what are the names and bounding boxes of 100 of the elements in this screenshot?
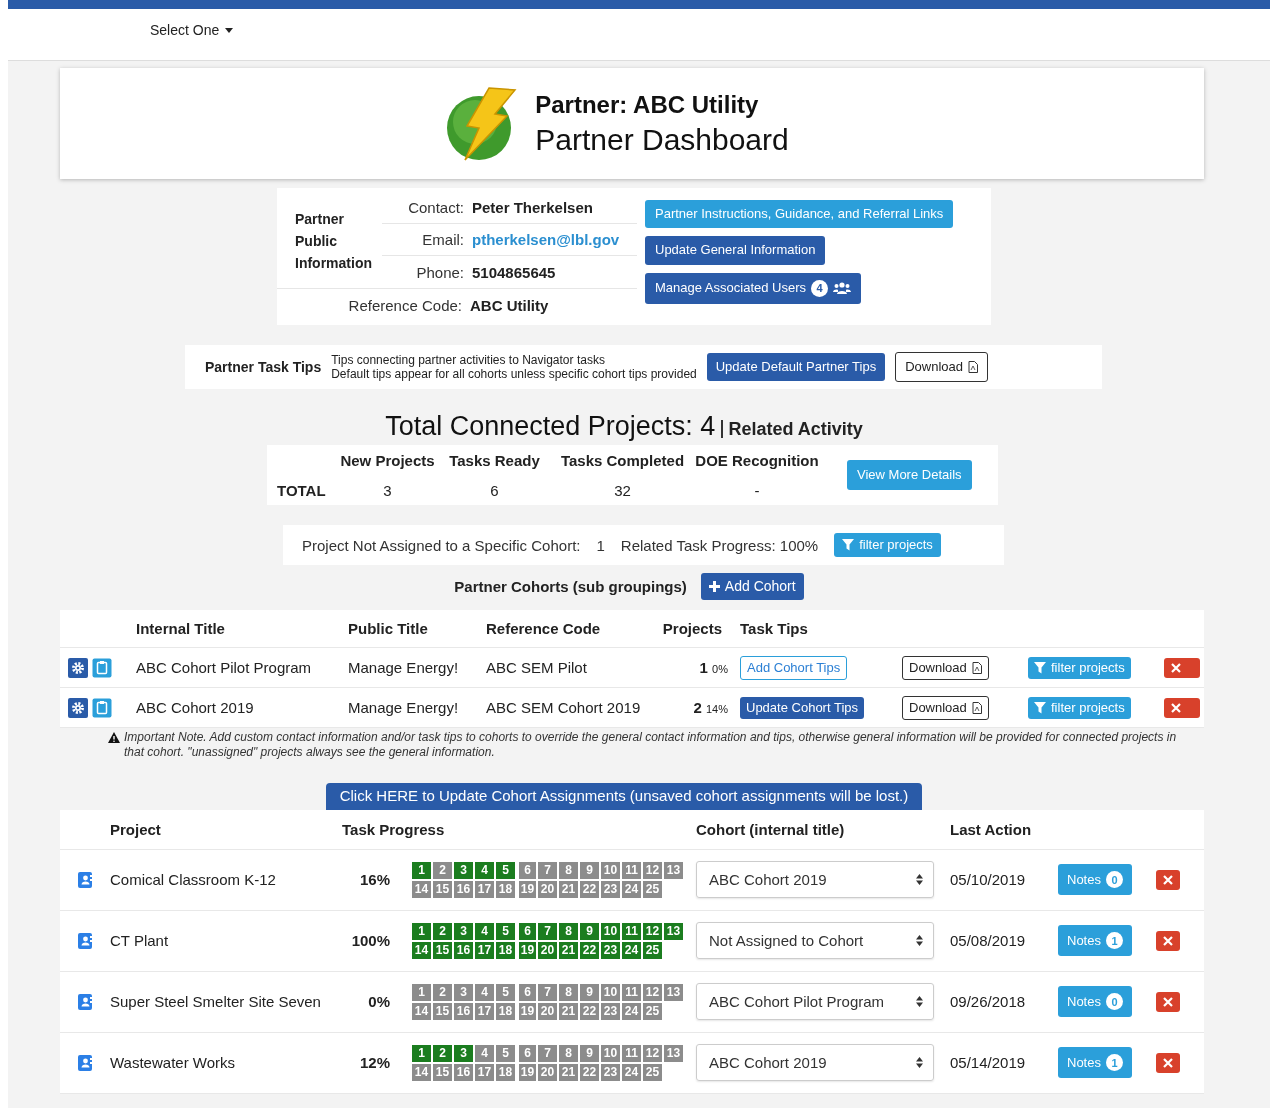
task-square: 23 xyxy=(601,941,620,959)
task-square: 14 xyxy=(412,1063,431,1081)
contact-book-icon xyxy=(78,1054,92,1071)
project-name: Super Steel Smelter Site Seven xyxy=(110,993,322,1011)
tips-button[interactable]: Update Cohort Tips xyxy=(740,696,864,720)
task-square: 24 xyxy=(622,941,641,959)
task-square: 14 xyxy=(412,941,431,959)
task-square: 2 xyxy=(433,983,452,1001)
task-square: 15 xyxy=(433,1063,452,1081)
progress-percent: 12% xyxy=(358,1054,391,1072)
task-square: 20 xyxy=(538,1002,557,1020)
field-label: Phone: xyxy=(415,263,464,281)
section-subtitle: Related Activity xyxy=(721,420,863,438)
cohort-select[interactable]: ABC Cohort 2019 xyxy=(696,1044,934,1082)
cohort-select[interactable]: Not Assigned to Cohort xyxy=(696,922,934,960)
task-square: 18 xyxy=(496,1002,515,1020)
filter-icon xyxy=(1034,701,1046,714)
task-square: 10 xyxy=(601,861,620,879)
task-square: 6 xyxy=(519,922,536,940)
delete-button[interactable] xyxy=(1156,930,1180,951)
add-cohort-button[interactable]: Add Cohort xyxy=(700,573,804,601)
cohort-select[interactable]: ABC Cohort Pilot Program xyxy=(696,983,934,1021)
task-square: 23 xyxy=(601,1002,620,1020)
file-icon xyxy=(968,361,978,373)
clipboard-icon[interactable] xyxy=(92,657,112,678)
count-badge: 1 xyxy=(1105,932,1123,950)
task-square: 8 xyxy=(559,922,578,940)
task-square: 22 xyxy=(580,1002,599,1020)
task-square: 12 xyxy=(643,1044,662,1062)
task-square: 1 xyxy=(412,983,431,1001)
close-icon xyxy=(1163,1057,1173,1068)
delete-button[interactable] xyxy=(1156,991,1180,1012)
task-square: 9 xyxy=(580,983,599,1001)
field-value: ABC Utility xyxy=(470,297,550,314)
task-square: 12 xyxy=(643,922,662,940)
download-button[interactable]: Download xyxy=(902,695,989,721)
task-square: 21 xyxy=(559,880,578,898)
clipboard-icon[interactable] xyxy=(92,697,112,718)
task-square: 2 xyxy=(433,922,452,940)
action-button[interactable]: Update General Information xyxy=(645,236,826,265)
tips-description: Tips connecting partner activities to Navigator tasks xyxy=(331,353,606,367)
cohort-select[interactable]: ABC Cohort 2019 xyxy=(696,861,934,899)
task-square: 18 xyxy=(496,941,515,959)
action-button[interactable]: Manage Associated Users 4 xyxy=(645,272,862,304)
file-icon xyxy=(971,701,982,714)
task-square: 19 xyxy=(519,941,536,959)
section-heading: Partner Public Information xyxy=(294,210,373,273)
task-square: 18 xyxy=(496,1063,515,1081)
task-square: 3 xyxy=(454,861,473,879)
email-link[interactable]: ptherkelsen@lbl.gov xyxy=(472,231,637,248)
task-square: 16 xyxy=(454,1002,473,1020)
action-button[interactable]: Update Default Partner Tips xyxy=(706,352,886,382)
download-button[interactable]: Download xyxy=(895,351,988,383)
settings-icon[interactable] xyxy=(68,657,88,678)
table-cell-text: ABC Cohort 2019 xyxy=(136,699,255,717)
tips-button[interactable]: Add Cohort Tips xyxy=(740,655,848,681)
close-icon xyxy=(1171,702,1181,713)
delete-button[interactable] xyxy=(1164,657,1200,678)
plus-icon xyxy=(708,581,720,593)
column-header: DOE Recognition xyxy=(694,450,820,471)
download-button[interactable]: Download xyxy=(902,655,989,681)
table-cell-text: - xyxy=(753,480,761,501)
contact-book-icon xyxy=(78,993,92,1010)
progress-percent: 0% xyxy=(712,663,728,676)
column-header: Cohort (internal title) xyxy=(696,820,846,838)
task-square: 8 xyxy=(559,983,578,1001)
progress-percent: 100% xyxy=(350,932,391,950)
field-value: 5104865645 xyxy=(472,263,557,281)
field-label: Email: xyxy=(421,231,464,248)
count-badge: 1 xyxy=(1105,1054,1123,1072)
task-square: 11 xyxy=(622,861,641,879)
task-square: 25 xyxy=(643,880,662,898)
task-square: 3 xyxy=(454,922,473,940)
task-square: 6 xyxy=(519,983,536,1001)
delete-button[interactable] xyxy=(1156,869,1180,890)
task-square: 22 xyxy=(580,1063,599,1081)
task-square: 20 xyxy=(538,1063,557,1081)
task-square: 13 xyxy=(664,922,683,940)
important-note: Important Note. Add custom contact information and/or task tips to cohorts to override the general contact information and tips, otherwise general information will be provided for connected projects in that cohort. "unassigned" projects always see the general information. xyxy=(124,730,1178,761)
progress-percent: 0% xyxy=(367,993,391,1011)
select-dropdown[interactable]: Select One xyxy=(150,22,234,38)
delete-button[interactable] xyxy=(1156,1052,1180,1073)
delete-button[interactable] xyxy=(1164,697,1200,718)
table-cell-text: 32 xyxy=(613,480,632,501)
settings-icon[interactable] xyxy=(68,697,88,718)
contact-book-icon xyxy=(78,932,92,949)
table-cell-text: ABC SEM Cohort 2019 xyxy=(486,699,642,717)
task-square: 22 xyxy=(580,941,599,959)
update-assignments-button[interactable]: Click HERE to Update Cohort Assignments (unsaved cohort assignments will be lost.) xyxy=(325,783,923,810)
close-icon xyxy=(1163,935,1173,946)
unassigned-count: 1 xyxy=(596,536,605,554)
project-count: 2 xyxy=(693,699,702,717)
project-count: 1 xyxy=(699,659,708,677)
task-square: 19 xyxy=(519,1063,536,1081)
column-header: Internal Title xyxy=(136,620,226,638)
last-action-date: 09/26/2018 xyxy=(950,993,1027,1011)
table-cell-text: ABC SEM Pilot xyxy=(486,659,588,677)
task-square: 4 xyxy=(475,861,494,879)
column-header: Public Title xyxy=(348,620,429,638)
task-square: 5 xyxy=(496,861,515,879)
